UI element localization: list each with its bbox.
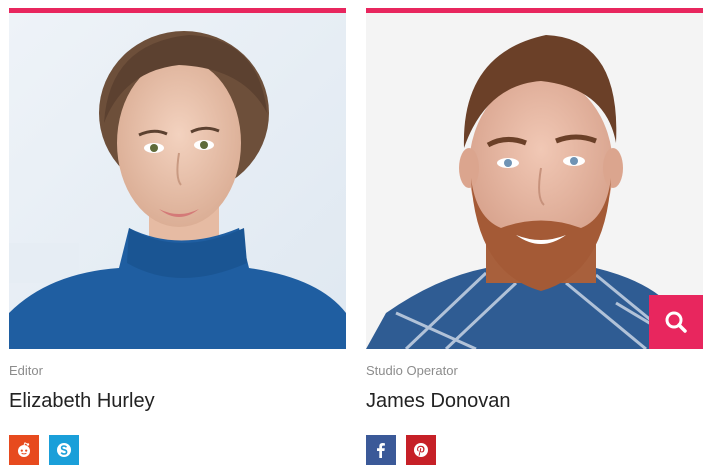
member-role: Editor [9, 363, 43, 378]
skype-icon [57, 443, 71, 457]
facebook-icon [377, 443, 385, 458]
member-role: Studio Operator [366, 363, 458, 378]
skype-link[interactable] [49, 435, 79, 465]
member-name[interactable]: Elizabeth Hurley [9, 389, 346, 413]
team-card: Editor Elizabeth Hurley [9, 8, 346, 465]
zoom-button[interactable] [649, 295, 703, 349]
team-member-photo[interactable] [9, 13, 346, 349]
portrait-woman-image [9, 13, 346, 349]
reddit-link[interactable] [9, 435, 39, 465]
team-card: Studio Operator James Donovan [366, 8, 703, 465]
member-name[interactable]: James Donovan [366, 389, 703, 413]
social-links [9, 435, 346, 465]
pinterest-icon [414, 443, 428, 457]
social-links [366, 435, 703, 465]
reddit-icon [18, 442, 30, 457]
team-member-photo[interactable] [366, 13, 703, 349]
search-icon [665, 311, 687, 333]
pinterest-link[interactable] [406, 435, 436, 465]
facebook-link[interactable] [366, 435, 396, 465]
